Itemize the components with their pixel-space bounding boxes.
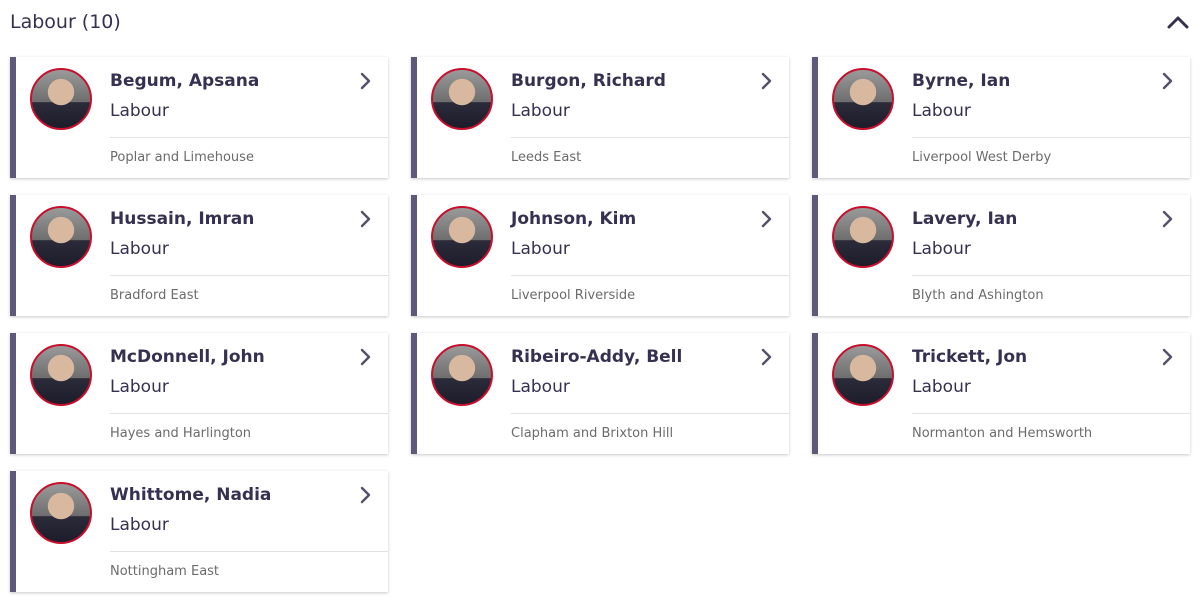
member-avatar (832, 206, 894, 268)
member-constituency: Poplar and Limehouse (110, 150, 254, 165)
member-card[interactable]: Byrne, Ian Labour Liverpool West Derby (812, 57, 1190, 178)
chevron-right-icon (1162, 72, 1173, 90)
chevron-right-icon (360, 210, 371, 228)
chevron-right-icon (360, 486, 371, 504)
chevron-right-icon (761, 72, 772, 90)
member-constituency: Hayes and Harlington (110, 426, 252, 441)
member-avatar (431, 206, 493, 268)
member-name: Byrne, Ian (912, 71, 1011, 91)
chevron-right-icon (1162, 348, 1173, 366)
member-party: Labour (511, 101, 570, 121)
member-avatar (30, 344, 92, 406)
member-constituency: Bradford East (110, 288, 199, 303)
card-divider (912, 137, 1190, 138)
member-name: Trickett, Jon (912, 347, 1028, 367)
member-avatar (431, 344, 493, 406)
card-divider (511, 413, 789, 414)
member-party: Labour (511, 239, 570, 259)
member-avatar (832, 68, 894, 130)
member-name: Ribeiro-Addy, Bell (511, 347, 683, 367)
member-card[interactable]: Whittome, Nadia Labour Nottingham East (10, 471, 388, 592)
chevron-right-icon (761, 348, 772, 366)
member-name: Begum, Apsana (110, 71, 260, 91)
member-avatar (30, 206, 92, 268)
card-divider (912, 413, 1190, 414)
member-party: Labour (110, 377, 169, 397)
member-name: Hussain, Imran (110, 209, 255, 229)
member-name: Lavery, Ian (912, 209, 1018, 229)
member-constituency: Liverpool Riverside (511, 288, 636, 303)
card-divider (110, 413, 388, 414)
member-avatar (832, 344, 894, 406)
member-card[interactable]: Johnson, Kim Labour Liverpool Riverside (411, 195, 789, 316)
member-party: Labour (912, 377, 971, 397)
chevron-right-icon (1162, 210, 1173, 228)
member-card[interactable]: Burgon, Richard Labour Leeds East (411, 57, 789, 178)
member-party: Labour (110, 239, 169, 259)
member-card[interactable]: McDonnell, John Labour Hayes and Harling… (10, 333, 388, 454)
member-constituency: Leeds East (511, 150, 582, 165)
card-divider (110, 551, 388, 552)
section-header[interactable]: Labour (10) (10, 0, 1190, 44)
member-avatar (30, 482, 92, 544)
member-constituency: Blyth and Ashington (912, 288, 1044, 303)
section-title: Labour (10) (10, 11, 121, 33)
member-avatar (30, 68, 92, 130)
member-name: Burgon, Richard (511, 71, 666, 91)
member-constituency: Liverpool West Derby (912, 150, 1052, 165)
chevron-up-icon[interactable] (1166, 10, 1190, 34)
member-constituency: Clapham and Brixton Hill (511, 426, 674, 441)
member-party: Labour (110, 101, 169, 121)
member-party: Labour (912, 101, 971, 121)
card-divider (511, 137, 789, 138)
member-card[interactable]: Lavery, Ian Labour Blyth and Ashington (812, 195, 1190, 316)
chevron-right-icon (360, 72, 371, 90)
member-name: McDonnell, John (110, 347, 265, 367)
card-divider (110, 275, 388, 276)
member-avatar (431, 68, 493, 130)
member-constituency: Nottingham East (110, 564, 220, 579)
chevron-right-icon (360, 348, 371, 366)
card-divider (110, 137, 388, 138)
card-divider (912, 275, 1190, 276)
member-name: Johnson, Kim (511, 209, 637, 229)
member-party: Labour (511, 377, 570, 397)
member-card[interactable]: Begum, Apsana Labour Poplar and Limehous… (10, 57, 388, 178)
member-card[interactable]: Ribeiro-Addy, Bell Labour Clapham and Br… (411, 333, 789, 454)
member-party: Labour (110, 515, 169, 535)
member-party: Labour (912, 239, 971, 259)
member-grid: Begum, Apsana Labour Poplar and Limehous… (10, 57, 1190, 592)
chevron-right-icon (761, 210, 772, 228)
member-card[interactable]: Trickett, Jon Labour Normanton and Hemsw… (812, 333, 1190, 454)
member-name: Whittome, Nadia (110, 485, 272, 505)
member-constituency: Normanton and Hemsworth (912, 426, 1093, 441)
card-divider (511, 275, 789, 276)
member-card[interactable]: Hussain, Imran Labour Bradford East (10, 195, 388, 316)
